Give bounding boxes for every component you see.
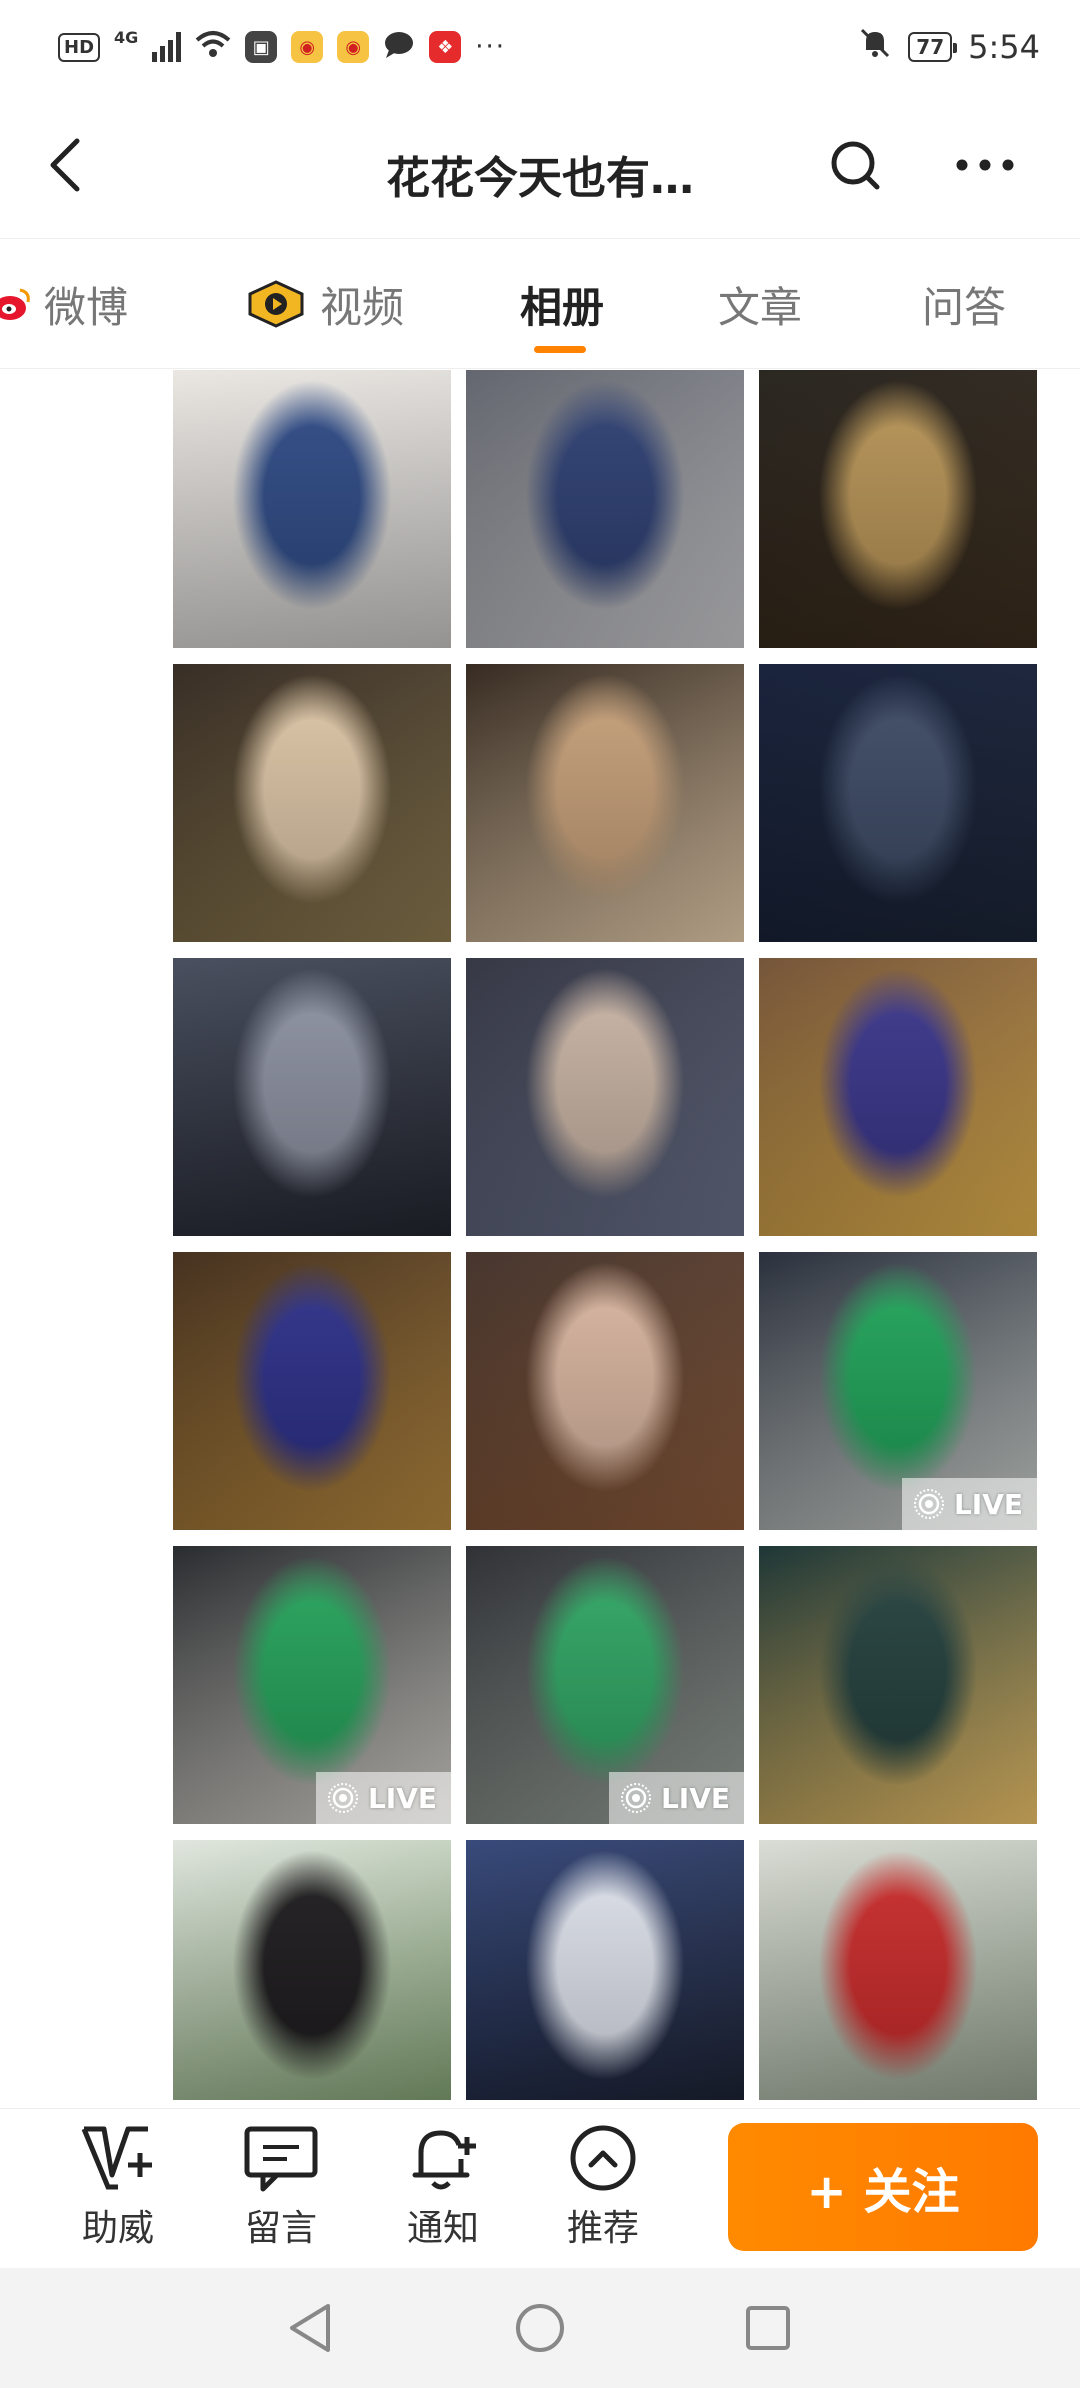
more-dots-icon <box>956 159 1014 171</box>
tab-qa[interactable]: 问答 <box>922 240 1006 368</box>
photo-overlay <box>466 664 744 942</box>
tab-label: 微博 <box>44 282 129 332</box>
photo-overlay <box>466 1840 744 2100</box>
weibo-icon <box>0 288 30 320</box>
more-notifications-icon: ··· <box>475 32 507 62</box>
nav-home-button[interactable] <box>508 2296 572 2360</box>
tab-article[interactable]: 文章 <box>718 240 802 368</box>
photo-grid: LIVE LIVE LIVE <box>173 370 1041 2100</box>
status-icons-right: 77 5:54 <box>858 26 1040 68</box>
tab-weibo[interactable]: 微博 <box>0 240 128 368</box>
battery-indicator: 77 <box>908 32 957 62</box>
photo-thumbnail[interactable] <box>173 664 451 942</box>
tab-label: 相册 <box>520 282 605 332</box>
photo-overlay <box>466 370 744 648</box>
tab-label: 问答 <box>922 282 1007 332</box>
tab-label: 文章 <box>718 282 803 332</box>
clock: 5:54 <box>968 28 1040 66</box>
bottom-toolbar: 助威 留言 通知 推荐 + 关注 <box>0 2108 1080 2269</box>
photo-thumbnail[interactable] <box>759 958 1037 1236</box>
photo-thumbnail[interactable] <box>759 370 1037 648</box>
nav-recents-button[interactable] <box>736 2296 800 2360</box>
more-options-button[interactable] <box>945 130 1025 200</box>
live-label: LIVE <box>660 1781 730 1815</box>
photo-thumbnail[interactable] <box>466 1252 744 1530</box>
recommend-button[interactable]: 推荐 <box>548 2123 658 2251</box>
tab-label: 视频 <box>320 282 405 332</box>
network-type: 4G <box>114 27 139 47</box>
photo-thumbnail[interactable]: LIVE <box>173 1546 451 1824</box>
photo-overlay <box>759 1840 1037 2100</box>
weibo-notification-icon: ◉ <box>291 31 324 63</box>
photo-thumbnail[interactable] <box>466 958 744 1236</box>
photo-thumbnail[interactable] <box>173 1252 451 1530</box>
mute-icon <box>858 26 892 68</box>
red-app-icon: ❖ <box>429 31 462 63</box>
signal-icon <box>152 32 182 62</box>
live-label: LIVE <box>367 1781 437 1815</box>
photo-thumbnail[interactable] <box>173 1840 451 2100</box>
photo-overlay <box>759 1546 1037 1824</box>
live-photo-icon <box>913 1489 944 1519</box>
app-notification-icon: ▣ <box>245 31 278 63</box>
chat-bubble-icon <box>383 30 415 64</box>
photo-overlay <box>173 1252 451 1530</box>
photo-thumbnail[interactable] <box>759 664 1037 942</box>
triangle-back-icon <box>290 2304 330 2352</box>
page-title: 花花今天也有… <box>386 153 694 204</box>
photo-overlay <box>173 370 451 648</box>
photo-overlay <box>173 958 451 1236</box>
square-recents-icon <box>746 2306 790 2350</box>
photo-thumbnail[interactable] <box>173 370 451 648</box>
live-photo-badge: LIVE <box>901 1478 1037 1530</box>
message-label: 留言 <box>244 2208 317 2249</box>
photo-overlay <box>759 664 1037 942</box>
notification-button[interactable]: 通知 <box>388 2123 498 2251</box>
recommend-icon <box>570 2125 636 2191</box>
photo-overlay <box>173 1840 451 2100</box>
wifi-icon <box>195 30 231 64</box>
nav-back-button[interactable] <box>278 2296 342 2360</box>
tab-video[interactable]: 视频 <box>244 240 404 368</box>
live-label: LIVE <box>953 1487 1023 1521</box>
cheer-label: 助威 <box>81 2208 154 2249</box>
live-photo-icon <box>327 1783 358 1813</box>
video-icon <box>248 280 304 328</box>
system-nav-bar <box>0 2268 1080 2388</box>
photo-thumbnail[interactable] <box>759 1840 1037 2100</box>
notification-label: 通知 <box>406 2208 479 2249</box>
weibo-notification-icon-2: ◉ <box>337 31 370 63</box>
circle-home-icon <box>516 2304 564 2352</box>
hd-indicator: HD <box>58 32 101 62</box>
follow-button[interactable]: + 关注 <box>728 2123 1038 2251</box>
live-photo-badge: LIVE <box>608 1772 744 1824</box>
search-button[interactable] <box>820 130 890 200</box>
photo-overlay <box>759 958 1037 1236</box>
photo-overlay <box>759 370 1037 648</box>
photo-thumbnail[interactable] <box>466 370 744 648</box>
photo-thumbnail[interactable]: LIVE <box>466 1546 744 1824</box>
live-photo-badge: LIVE <box>315 1772 451 1824</box>
photo-overlay <box>466 1252 744 1530</box>
cheer-icon <box>81 2126 152 2190</box>
photo-thumbnail[interactable] <box>466 1840 744 2100</box>
photo-thumbnail[interactable] <box>466 664 744 942</box>
active-tab-indicator <box>534 346 586 353</box>
search-icon <box>831 141 880 190</box>
photo-thumbnail[interactable] <box>173 958 451 1236</box>
notification-icon <box>412 2130 476 2190</box>
photo-thumbnail[interactable]: LIVE <box>759 1252 1037 1530</box>
profile-tabs: 微博 视频 相册 文章 问答 <box>0 240 1080 369</box>
top-header: 花花今天也有… <box>0 100 1080 239</box>
photo-overlay <box>466 958 744 1236</box>
live-photo-icon <box>620 1783 651 1813</box>
photo-thumbnail[interactable] <box>759 1546 1037 1824</box>
status-bar: HD 4G ▣ ◉ ◉ ❖ ··· 77 5:54 <box>0 0 1080 100</box>
cheer-button[interactable]: 助威 <box>63 2123 173 2251</box>
photo-overlay <box>173 664 451 942</box>
status-icons-left: HD 4G ▣ ◉ ◉ ❖ ··· <box>58 27 507 64</box>
message-button[interactable]: 留言 <box>226 2123 336 2251</box>
recommend-label: 推荐 <box>566 2208 639 2249</box>
message-icon <box>244 2126 318 2192</box>
